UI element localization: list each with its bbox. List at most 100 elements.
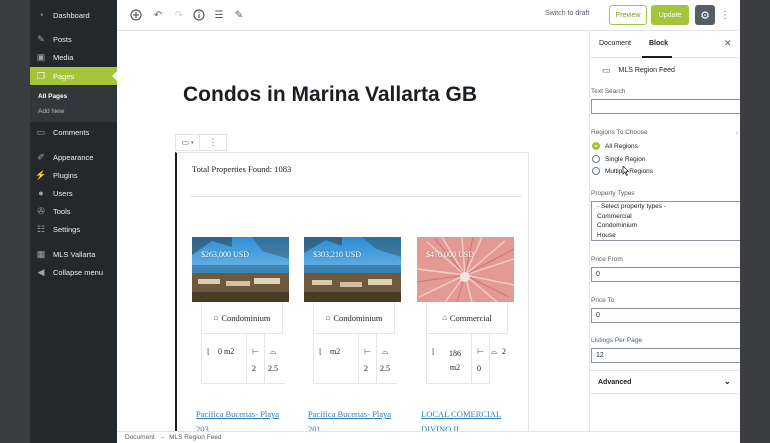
radio-button[interactable] [592, 167, 600, 175]
user-icon: ● [38, 188, 44, 198]
undo-icon[interactable]: ↶ [151, 8, 165, 22]
property-photo[interactable]: $470,000 USD [417, 237, 514, 302]
block-name: MLS Region Feed [618, 67, 675, 74]
info-icon[interactable] [192, 8, 206, 22]
property-price: $470,000 USD [426, 250, 475, 259]
bathrooms-stat: ⌓ 2.5 [265, 334, 285, 384]
sidebar-item-settings[interactable]: ☷ Settings [30, 220, 117, 238]
radio-all-regions[interactable]: All Regions [592, 142, 638, 150]
text-search-input[interactable] [591, 99, 740, 114]
area-value: 0 m2 [218, 347, 235, 356]
building-icon: ▦ [36, 248, 46, 259]
submenu-item-add-new[interactable]: Add New [38, 108, 64, 115]
select-option[interactable]: - Select property types - [597, 202, 740, 212]
price-from-label: Price From [591, 256, 623, 263]
property-card: $470,000 USD ⌂ Commercial ⌊ 186 m2 ⊢ 0 ⌓… [417, 237, 514, 442]
bath-icon: ⌓ [491, 347, 498, 356]
sidebar-item-tools[interactable]: ✇ Tools [30, 202, 117, 220]
chevron-down-icon: ⌄ [724, 377, 731, 386]
breadcrumb-document[interactable]: Document [125, 434, 155, 441]
screen: ◔ Dashboard ✎ Posts ▣ Media ❐ Pages All … [0, 0, 770, 443]
block-type-switcher[interactable]: ▭ ▾ [176, 135, 200, 150]
sidebar-item-plugins[interactable]: ⚡ Plugins [30, 166, 117, 184]
area-icon: ⌊ [207, 347, 211, 356]
sidebar-item-label: Users [53, 188, 73, 198]
property-stats: ⌊ 186 m2 ⊢ 0 ⌓ 2 [426, 334, 510, 384]
property-photo[interactable]: $303,210 USD [304, 237, 401, 302]
sidebar-item-pages[interactable]: ❐ Pages [30, 67, 117, 85]
text-search-label: Text Search [591, 88, 626, 95]
bedrooms-stat: ⊢ 0 [472, 334, 490, 384]
sidebar-item-posts[interactable]: ✎ Posts [30, 30, 117, 48]
advanced-panel-toggle[interactable]: Advanced ⌄ [590, 370, 740, 394]
listings-per-page-label: Listings Per Page [591, 337, 642, 344]
select-option[interactable]: House [597, 231, 740, 241]
sidebar-item-label: Collapse menu [53, 267, 104, 277]
post-title[interactable]: Condos in Marina Vallarta GB [183, 83, 477, 107]
bathrooms-stat: ⌓ 2.5 [377, 334, 397, 384]
property-price: $303,210 USD [313, 250, 362, 259]
settings-sidebar: Document Block ✕ ▭ MLS Region Feed Text … [589, 31, 740, 431]
more-options-icon[interactable]: ⋮ [720, 7, 730, 23]
sidebar-item-label: Dashboard [53, 10, 90, 20]
property-types-select[interactable]: - Select property types - Commercial Con… [591, 201, 740, 241]
close-icon[interactable]: ✕ [724, 38, 732, 49]
building-icon: ⌂ [213, 313, 219, 322]
letterbox-left [0, 0, 30, 443]
price-to-input[interactable]: 0 [591, 308, 740, 323]
sidebar-item-appearance[interactable]: ✐ Appearance [30, 148, 117, 166]
radio-button[interactable] [592, 155, 600, 163]
listings-per-page-input[interactable]: 12 [591, 348, 740, 363]
sidebar-item-comments[interactable]: ▭ Comments [30, 123, 117, 141]
redo-icon[interactable]: ↷ [172, 8, 186, 22]
switch-to-draft-button[interactable]: Switch to draft [545, 10, 589, 17]
bathrooms-value: 2.5 [380, 364, 390, 373]
select-option[interactable]: Commercial [597, 212, 740, 222]
bath-icon: ⌓ [382, 347, 389, 356]
editor-canvas: Condos in Marina Vallarta GB ▭ ▾ ⋮ Total… [117, 31, 589, 442]
update-button[interactable]: Update [651, 5, 689, 25]
property-photo[interactable]: $263,000 USD [192, 237, 289, 302]
chevron-down-icon: ▾ [191, 139, 194, 146]
bedrooms-stat: ⊢ 2 [359, 334, 377, 384]
divider [191, 196, 521, 197]
pages-submenu: All Pages Add New [30, 86, 117, 122]
block-more-options-icon[interactable]: ⋮ [200, 135, 226, 150]
sidebar-item-media[interactable]: ▣ Media [30, 48, 117, 66]
bed-icon: ⊢ [477, 347, 484, 356]
tab-document[interactable]: Document [599, 40, 631, 47]
radio-button[interactable] [592, 142, 600, 150]
property-types-label: Property Types [591, 190, 635, 197]
price-from-input[interactable]: 0 [591, 267, 740, 282]
scroll-marker: ≈ [736, 131, 739, 137]
edit-icon[interactable]: ✎ [232, 8, 246, 22]
property-type-label: Commercial [449, 312, 492, 323]
sidebar-item-mls-vallarta[interactable]: ▦ MLS Vallarta [30, 245, 117, 263]
sidebar-item-dashboard[interactable]: ◔ Dashboard [30, 6, 117, 24]
sidebar-item-label: MLS Vallarta [53, 249, 96, 259]
block-navigation-icon[interactable]: ☰ [212, 8, 226, 22]
radio-single-region[interactable]: Single Region [592, 155, 645, 163]
tab-block[interactable]: Block [649, 40, 668, 47]
property-stats: ⌊ 0 m2 ⊢ 2 ⌓ 2.5 [201, 334, 285, 384]
property-card: $303,210 USD ⌂ Condominium ⌊ m2 ⊢ 2 ⌓ 2.… [304, 237, 401, 442]
bedrooms-value: 2 [252, 364, 256, 373]
area-value: m2 [330, 347, 341, 356]
submenu-item-all-pages[interactable]: All Pages [38, 93, 67, 100]
mls-region-feed-block[interactable]: Total Properties Found: 1083 $263,000 US… [175, 152, 529, 442]
preview-button[interactable]: Preview [609, 5, 647, 25]
sidebar-item-users[interactable]: ● Users [30, 184, 117, 202]
breadcrumb-separator: → [158, 434, 166, 441]
block-card: ▭ MLS Region Feed [602, 65, 675, 76]
settings-icon: ☷ [36, 223, 46, 234]
radio-label: All Regions [605, 142, 638, 150]
breadcrumb-block[interactable]: MLS Region Feed [169, 434, 221, 441]
property-type: ⌂ Condominium [201, 302, 283, 334]
collapse-menu-button[interactable]: ◀ Collapse menu [30, 263, 117, 281]
select-option[interactable]: Condominium [597, 221, 740, 231]
sidebar-item-label: Settings [53, 224, 81, 234]
wrench-icon: ✇ [37, 205, 45, 216]
add-block-icon[interactable] [129, 8, 143, 22]
editor-toolbar: ↶ ↷ ☰ ✎ Switch to draft Preview Update ⚙… [117, 0, 740, 31]
settings-gear-icon[interactable]: ⚙ [695, 5, 715, 25]
